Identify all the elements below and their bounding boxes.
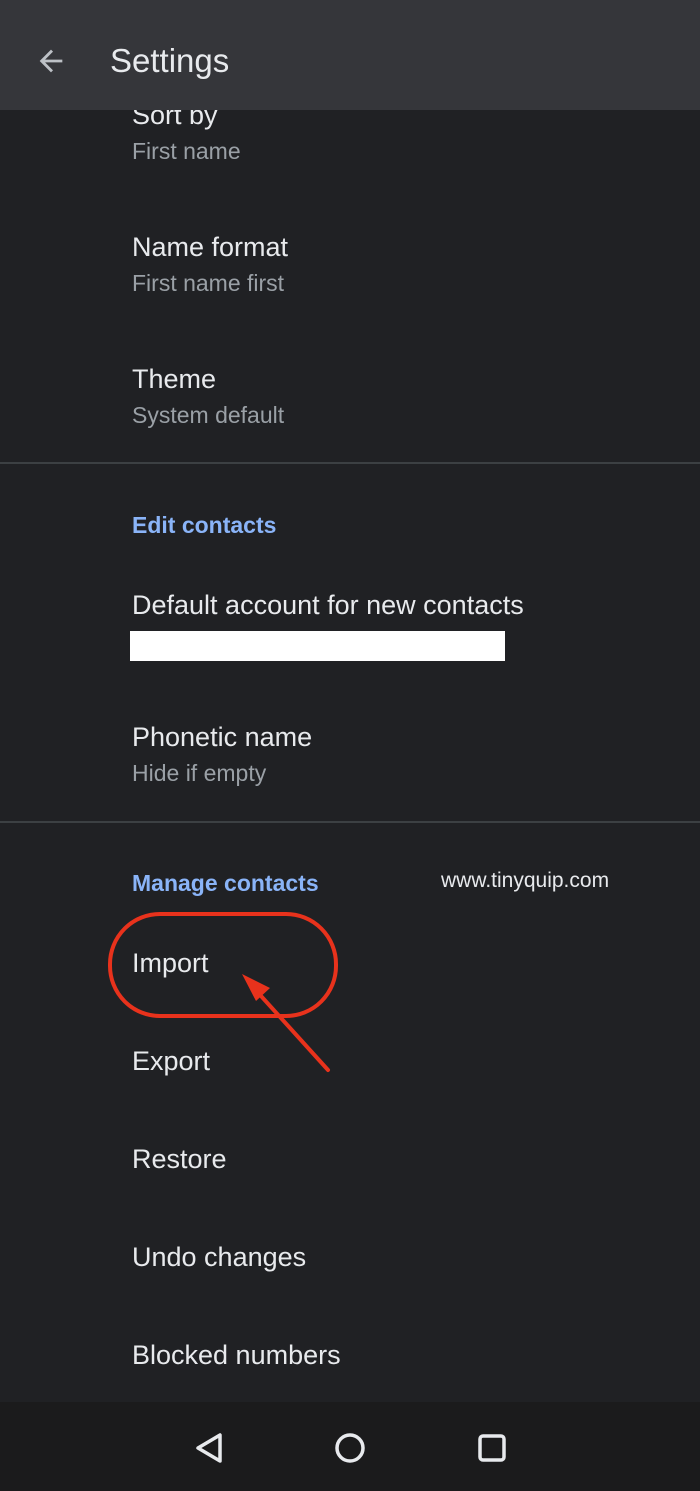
setting-phonetic-name[interactable]: Phonetic name Hide if empty	[132, 720, 680, 788]
section-header-manage-contacts: Manage contacts	[132, 870, 319, 896]
settings-list[interactable]: Sort by First name Name format First nam…	[0, 110, 700, 1402]
page-title: Settings	[110, 42, 230, 79]
section-header-edit-contacts: Edit contacts	[132, 512, 277, 538]
nav-back-button[interactable]	[186, 1424, 234, 1472]
setting-title: Import	[132, 948, 209, 978]
setting-import[interactable]: Import	[132, 946, 680, 980]
setting-title: Default account for new contacts	[132, 590, 524, 620]
back-triangle-icon	[196, 1433, 222, 1463]
setting-title: Restore	[132, 1144, 227, 1174]
setting-title: Undo changes	[132, 1242, 307, 1272]
setting-value: System default	[132, 402, 285, 428]
setting-value: First name	[132, 138, 241, 164]
nav-recents-button[interactable]	[468, 1424, 516, 1472]
setting-blocked-numbers[interactable]: Blocked numbers	[132, 1338, 680, 1372]
watermark-text: www.tinyquip.com	[441, 869, 610, 892]
back-button[interactable]	[22, 33, 80, 89]
setting-title: Theme	[132, 364, 217, 394]
setting-title: Phonetic name	[132, 722, 313, 752]
recents-square-icon	[478, 1434, 506, 1462]
section-divider	[0, 821, 700, 823]
setting-restore[interactable]: Restore	[132, 1142, 680, 1176]
setting-title: Blocked numbers	[132, 1340, 341, 1370]
arrow-left-icon	[39, 49, 63, 73]
home-circle-icon	[335, 1433, 365, 1463]
redacted-account-value	[130, 631, 505, 661]
setting-sort-by[interactable]: Sort by First name	[132, 110, 680, 166]
setting-title: Export	[132, 1046, 211, 1076]
setting-value: First name first	[132, 270, 285, 296]
setting-title: Sort by	[132, 110, 218, 130]
setting-export[interactable]: Export	[132, 1044, 680, 1078]
nav-home-button[interactable]	[326, 1424, 374, 1472]
setting-default-account[interactable]: Default account for new contacts	[132, 588, 680, 622]
setting-value: Hide if empty	[132, 760, 267, 786]
setting-name-format[interactable]: Name format First name first	[132, 230, 680, 298]
app-bar: Settings	[0, 0, 700, 110]
setting-theme[interactable]: Theme System default	[132, 362, 680, 430]
system-nav-bar	[0, 1402, 700, 1491]
setting-undo-changes[interactable]: Undo changes	[132, 1240, 680, 1274]
setting-title: Name format	[132, 232, 289, 262]
section-divider	[0, 462, 700, 464]
